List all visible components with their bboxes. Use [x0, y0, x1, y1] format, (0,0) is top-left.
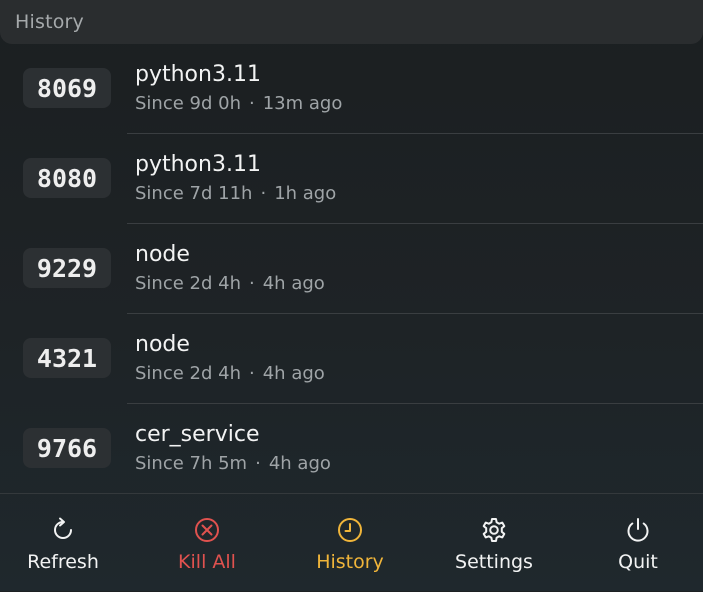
- since-text: Since 7d 11h: [135, 183, 253, 204]
- port-badge: 9229: [23, 248, 111, 288]
- list-item[interactable]: 4321 node Since 2d 4h · 4h ago: [0, 314, 703, 404]
- kill-all-button[interactable]: Kill All: [147, 494, 267, 592]
- section-title: History: [15, 11, 84, 33]
- list-item[interactable]: 9229 node Since 2d 4h · 4h ago: [0, 224, 703, 314]
- process-name: python3.11: [135, 152, 261, 177]
- port-badge: 4321: [23, 338, 111, 378]
- meta-separator: ·: [255, 453, 261, 474]
- process-name: cer_service: [135, 422, 260, 447]
- history-list: 8069 python3.11 Since 9d 0h · 13m ago 8080…: [0, 44, 703, 494]
- kill-all-icon: [195, 518, 219, 542]
- refresh-button[interactable]: Refresh: [3, 494, 123, 592]
- process-meta: Since 2d 4h · 4h ago: [135, 273, 325, 295]
- list-item[interactable]: 8080 python3.11 Since 7d 11h · 1h ago: [0, 134, 703, 224]
- process-name: node: [135, 242, 190, 267]
- process-meta: Since 7h 5m · 4h ago: [135, 453, 331, 475]
- ago-text: 1h ago: [274, 183, 337, 204]
- refresh-icon: [54, 517, 72, 539]
- ago-text: 13m ago: [262, 93, 343, 114]
- list-item-text: node Since 2d 4h · 4h ago: [135, 332, 325, 385]
- settings-label: Settings: [455, 551, 533, 573]
- meta-separator: ·: [249, 93, 255, 114]
- process-name: python3.11: [135, 62, 261, 87]
- quit-label: Quit: [618, 551, 658, 573]
- list-item-text: node Since 2d 4h · 4h ago: [135, 242, 325, 295]
- port-badge: 8069: [23, 68, 111, 108]
- section-header: History: [0, 0, 703, 44]
- list-item[interactable]: 9766 cer_service Since 7h 5m · 4h ago: [0, 404, 703, 494]
- process-meta: Since 9d 0h · 13m ago: [135, 93, 342, 115]
- history-label: History: [316, 551, 384, 573]
- gear-icon: [482, 518, 506, 542]
- settings-button[interactable]: Settings: [434, 494, 554, 592]
- clock-icon: [338, 518, 362, 542]
- history-button[interactable]: History: [290, 494, 410, 592]
- ago-text: 4h ago: [262, 273, 325, 294]
- port-badge: 9766: [23, 428, 111, 468]
- meta-separator: ·: [260, 183, 267, 204]
- since-text: Since 2d 4h: [135, 273, 241, 294]
- refresh-label: Refresh: [27, 551, 99, 573]
- since-text: Since 9d 0h: [135, 93, 241, 114]
- list-item-text: python3.11 Since 7d 11h · 1h ago: [135, 152, 336, 205]
- process-meta: Since 7d 11h · 1h ago: [135, 183, 336, 205]
- since-text: Since 2d 4h: [135, 363, 241, 384]
- kill-all-label: Kill All: [178, 551, 236, 573]
- list-item-text: python3.11 Since 9d 0h · 13m ago: [135, 62, 342, 115]
- ago-text: 4h ago: [268, 453, 331, 474]
- meta-separator: ·: [249, 363, 255, 384]
- since-text: Since 7h 5m: [135, 453, 248, 474]
- quit-button[interactable]: Quit: [578, 494, 698, 592]
- app-window: History 8069 python3.11 Since 9d 0h · 13m …: [0, 0, 703, 591]
- list-item-text: cer_service Since 7h 5m · 4h ago: [135, 422, 331, 475]
- list-item[interactable]: 8069 python3.11 Since 9d 0h · 13m ago: [0, 44, 703, 134]
- port-badge: 8080: [23, 158, 111, 198]
- power-icon: [627, 518, 649, 542]
- process-name: node: [135, 332, 190, 357]
- meta-separator: ·: [249, 273, 255, 294]
- ago-text: 4h ago: [262, 363, 325, 384]
- process-meta: Since 2d 4h · 4h ago: [135, 363, 325, 385]
- bottom-toolbar: Refresh Kill All History Settings Quit: [0, 493, 703, 592]
